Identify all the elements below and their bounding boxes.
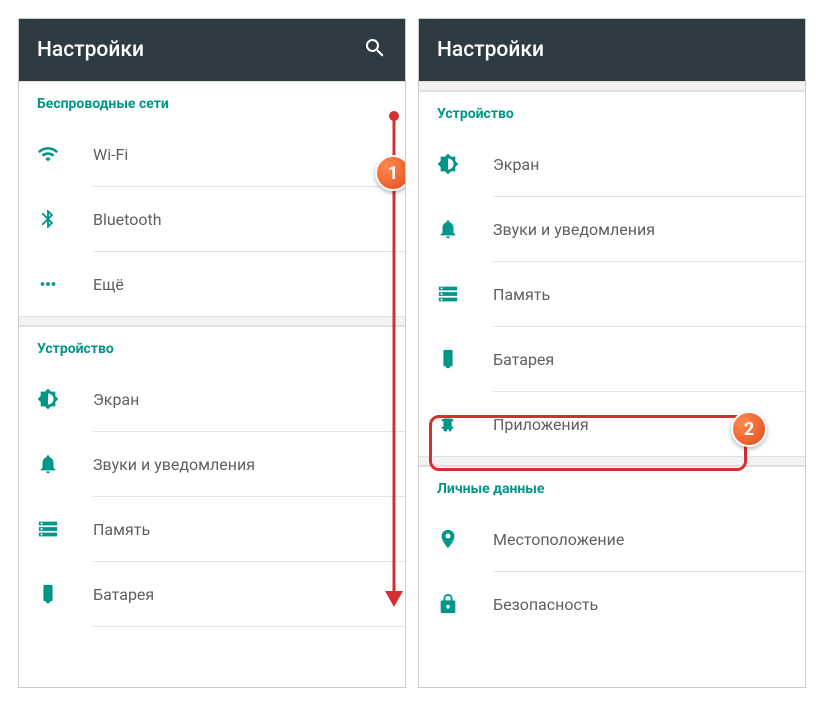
brightness-icon bbox=[37, 388, 93, 410]
item-more[interactable]: Ещё bbox=[19, 252, 405, 316]
item-label: Память bbox=[93, 520, 150, 539]
section-header: Устройство bbox=[419, 92, 805, 132]
item-display[interactable]: Экран bbox=[419, 132, 805, 196]
item-label: Приложения bbox=[493, 415, 589, 434]
badge-two: 2 bbox=[731, 411, 767, 447]
item-security[interactable]: Безопасность bbox=[419, 572, 805, 636]
section-device: Устройство Экран Звуки и уведомления Пам… bbox=[419, 91, 805, 456]
storage-icon bbox=[37, 518, 93, 540]
search-icon[interactable] bbox=[363, 36, 387, 64]
item-label: Wi-Fi bbox=[93, 145, 128, 164]
item-label: Батарея bbox=[93, 585, 154, 604]
section-header: Беспроводные сети bbox=[19, 82, 405, 122]
item-label: Память bbox=[493, 285, 550, 304]
item-label: Местоположение bbox=[493, 530, 624, 549]
item-sound[interactable]: Звуки и уведомления bbox=[419, 197, 805, 261]
section-personal: Личные данные Местоположение Безопасност… bbox=[419, 466, 805, 636]
item-label: Экран bbox=[93, 390, 139, 409]
battery-icon bbox=[37, 583, 93, 605]
settings-screen-left: Настройки Беспроводные сети Wi-Fi Blueto… bbox=[18, 18, 406, 688]
item-wifi[interactable]: Wi-Fi bbox=[19, 122, 405, 186]
item-location[interactable]: Местоположение bbox=[419, 507, 805, 571]
item-display[interactable]: Экран bbox=[19, 367, 405, 431]
item-label: Звуки и уведомления bbox=[93, 455, 255, 474]
item-bluetooth[interactable]: Bluetooth bbox=[19, 187, 405, 251]
item-battery[interactable]: Батарея bbox=[419, 327, 805, 391]
item-label: Ещё bbox=[93, 275, 124, 294]
item-storage[interactable]: Память bbox=[19, 497, 405, 561]
appbar-title: Настройки bbox=[37, 38, 144, 62]
item-label: Батарея bbox=[493, 350, 554, 369]
appbar: Настройки bbox=[419, 19, 805, 81]
bell-icon bbox=[437, 218, 493, 240]
more-icon bbox=[37, 273, 93, 295]
item-label: Безопасность bbox=[493, 595, 598, 614]
item-battery[interactable]: Батарея bbox=[19, 562, 405, 626]
wifi-icon bbox=[37, 143, 93, 165]
appbar-title: Настройки bbox=[437, 38, 544, 62]
item-label: Bluetooth bbox=[93, 210, 162, 229]
brightness-icon bbox=[437, 153, 493, 175]
item-label: Звуки и уведомления bbox=[493, 220, 655, 239]
section-header: Личные данные bbox=[419, 467, 805, 507]
item-label: Экран bbox=[493, 155, 539, 174]
storage-icon bbox=[437, 283, 493, 305]
bell-icon bbox=[37, 453, 93, 475]
apps-icon bbox=[437, 413, 493, 435]
badge-one: 1 bbox=[375, 155, 406, 191]
settings-screen-right: Настройки Устройство Экран Звуки и уведо… bbox=[418, 18, 806, 688]
section-device: Устройство Экран Звуки и уведомления Пам… bbox=[19, 326, 405, 627]
bluetooth-icon bbox=[37, 208, 93, 230]
section-header: Устройство bbox=[19, 327, 405, 367]
security-icon bbox=[437, 593, 493, 615]
item-sound[interactable]: Звуки и уведомления bbox=[19, 432, 405, 496]
location-icon bbox=[437, 528, 493, 550]
item-storage[interactable]: Память bbox=[419, 262, 805, 326]
battery-icon bbox=[437, 348, 493, 370]
appbar: Настройки bbox=[19, 19, 405, 81]
section-wireless: Беспроводные сети Wi-Fi Bluetooth Ещё bbox=[19, 81, 405, 316]
